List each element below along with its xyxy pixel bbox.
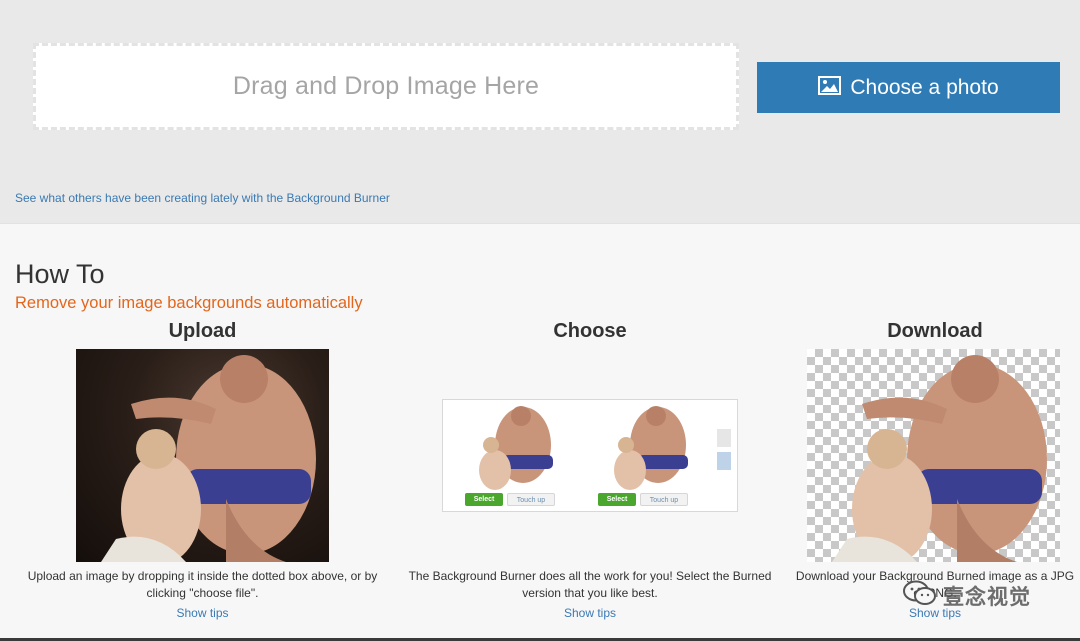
show-tips-link[interactable]: Show tips [15,606,390,620]
howto-subtitle: Remove your image backgrounds automatica… [15,294,363,312]
burned-option-1 [479,406,553,490]
step-description: Upload an image by dropping it inside th… [27,569,378,600]
show-tips-link[interactable]: Show tips [390,606,790,620]
step-title: Choose [553,320,627,342]
step-description: The Background Burner does all the work … [408,569,772,600]
upload-example-image [76,349,329,562]
select-button: Select [465,493,503,506]
step-upload: Upload Upload an image by dropping it in… [15,318,390,628]
choose-photo-button[interactable]: Choose a photo [757,62,1060,113]
see-others-link[interactable]: See what others have been creating latel… [15,191,390,205]
step-title: Download [887,320,983,342]
choose-example-screenshot: Select Touch up Select Touch up [442,399,738,512]
wechat-icon [903,580,937,611]
choose-photo-label: Choose a photo [850,75,999,99]
howto-title: How To [15,259,105,289]
touch-up-button: Touch up [507,493,555,506]
image-dropzone[interactable]: Drag and Drop Image Here [33,43,739,130]
burned-option-2 [614,406,688,490]
step-title: Upload [168,320,237,342]
watermark: 壹念视觉 [903,580,1031,611]
download-example-image [807,349,1060,562]
dropzone-label: Drag and Drop Image Here [232,72,540,100]
select-button: Select [598,493,636,506]
image-icon [818,75,842,100]
watermark-text: 壹念视觉 [943,585,1031,609]
touch-up-button: Touch up [640,493,688,506]
